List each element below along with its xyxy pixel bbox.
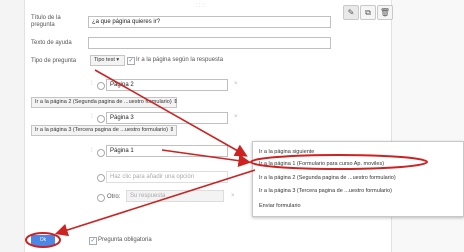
option-input-2[interactable]: Página 3 (106, 112, 228, 124)
required-checkbox[interactable]: ✓ (89, 237, 97, 245)
add-option-input[interactable]: Haz clic para añadir una opción (106, 171, 228, 183)
title-input[interactable]: ¿a que página quieres ir? (88, 16, 331, 28)
menu-item-page-2[interactable]: Ir a la página 2 (Segunda pagina de ...u… (259, 175, 396, 181)
goto-checkbox[interactable]: ✓ (127, 57, 135, 65)
goto-label: Ir a la página según la respuesta (136, 57, 224, 63)
drag-handle[interactable]: :::: (196, 3, 207, 9)
add-option-radio (97, 174, 105, 182)
goto-select-2[interactable]: Ir a la página 3 (Tercera pagina de ...u… (31, 125, 177, 136)
type-label: Tipo de pregunta (31, 58, 77, 64)
remove-option-icon[interactable]: × (234, 148, 238, 154)
ok-button[interactable]: Ok (31, 235, 55, 246)
option-radio (97, 82, 105, 90)
type-select[interactable]: Tipo test ▾ (90, 55, 125, 66)
other-label: Otro: (107, 194, 121, 200)
pencil-icon[interactable]: ✎ (343, 5, 359, 20)
title-label: Título de la pregunta (31, 15, 61, 28)
goto-select-1[interactable]: Ir a la página 2 (Segunda pagina de ...u… (31, 97, 178, 108)
required-label: Pregunta obligatoria (98, 237, 152, 243)
goto-select-2-value: Ir a la página 3 (Tercera pagina de ...u… (35, 127, 168, 133)
help-label: Texto de ayuda (31, 40, 72, 46)
grip-icon[interactable]: ⁞ (91, 148, 93, 154)
option-input-3[interactable]: Página 1 (106, 145, 228, 157)
option-input-1[interactable]: Página 2 (106, 79, 228, 91)
left-margin (0, 0, 24, 252)
remove-option-icon[interactable]: × (234, 114, 238, 120)
grip-icon[interactable]: ⁞ (91, 114, 93, 120)
type-select-value: Tipo test (94, 57, 115, 63)
trash-icon[interactable]: 🗑 (377, 5, 393, 20)
remove-option-icon[interactable]: × (231, 193, 235, 199)
menu-item-page-1[interactable]: Ir a la página 1 (Formulario para curso … (259, 161, 384, 167)
goto-dropdown-menu: Ir a la página siguiente Ir a la página … (252, 141, 464, 217)
option-radio (97, 115, 105, 123)
goto-select-1-value: Ir a la página 2 (Segunda pagina de ...u… (35, 99, 172, 105)
other-input: Su respuesta (126, 190, 224, 202)
grip-icon[interactable]: ⁞ (91, 81, 93, 87)
menu-item-page-3[interactable]: Ir a la página 3 (Tercera pagina de ...u… (259, 188, 392, 194)
menu-item-submit[interactable]: Enviar formulario (259, 203, 301, 209)
option-radio (97, 149, 105, 157)
help-input[interactable] (88, 37, 331, 49)
menu-item-next[interactable]: Ir a la página siguiente (259, 149, 314, 155)
copy-icon[interactable]: ⧉ (360, 5, 376, 20)
other-radio (97, 194, 105, 202)
remove-option-icon[interactable]: × (234, 81, 238, 87)
